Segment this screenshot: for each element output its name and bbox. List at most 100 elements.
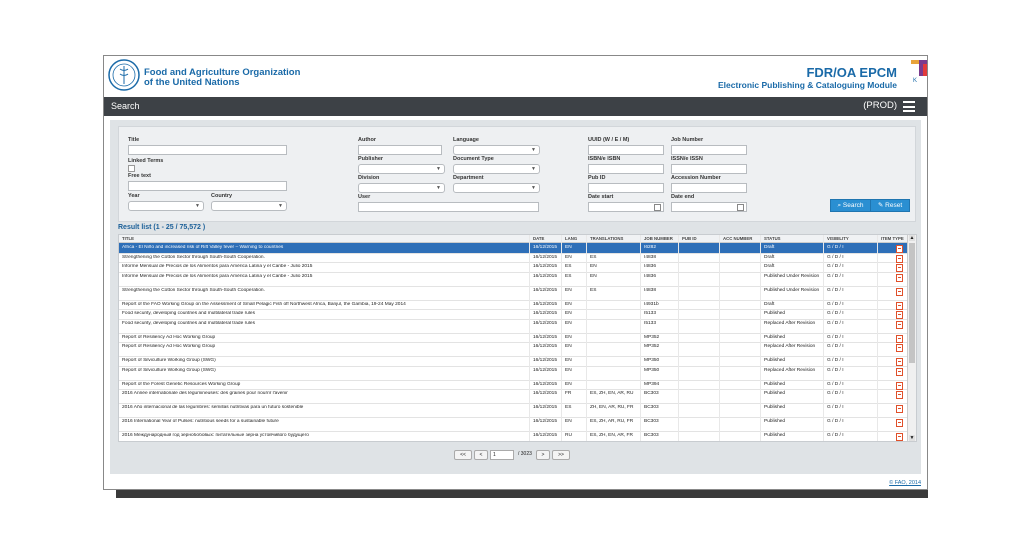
linked-terms-checkbox[interactable] — [128, 165, 135, 172]
row-job-number: I4838 — [644, 287, 657, 293]
date-end-input[interactable] — [671, 202, 747, 212]
row-status: Draft — [764, 245, 775, 250]
pdf-icon[interactable] — [896, 419, 903, 427]
column-divider — [561, 235, 562, 441]
table-scrollbar[interactable]: ▲ ▼ — [907, 235, 916, 441]
reset-button[interactable]: ✎ Reset — [870, 199, 910, 212]
row-visibility: G / D / I — [827, 301, 844, 307]
table-row[interactable]: 2016 Année internationale des légumineus… — [119, 389, 907, 404]
row-lang: ES — [565, 264, 572, 269]
table-row[interactable]: Report of Resiliency Ad Hoc Working Grou… — [119, 342, 907, 357]
pdf-icon[interactable] — [896, 344, 903, 352]
pdf-icon[interactable] — [896, 320, 903, 329]
table-row[interactable]: Strengthening the Cotton Sector through … — [119, 286, 907, 301]
page-number-input[interactable]: 1 — [490, 450, 514, 460]
table-row[interactable]: Report of Silviculture Working Group (SW… — [119, 366, 907, 381]
department-select[interactable]: ▼ — [453, 183, 540, 193]
row-job-number: MP350 — [644, 367, 660, 373]
table-row[interactable]: 2016 Международный год зернобобовых: пит… — [119, 431, 907, 441]
division-label: Division — [358, 175, 380, 181]
row-status: Published — [764, 391, 786, 396]
row-status: Published — [764, 405, 786, 410]
row-visibility: G / D / I — [827, 311, 844, 316]
prev-page-button[interactable]: < — [474, 450, 488, 460]
row-visibility: G / D / I — [827, 419, 844, 424]
row-lang: EN — [565, 287, 572, 293]
publisher-label: Publisher — [358, 156, 384, 162]
row-job-number: I4838 — [644, 254, 657, 260]
country-select[interactable]: ▼ — [211, 201, 287, 211]
row-translations: EN — [590, 273, 597, 279]
language-select[interactable]: ▼ — [453, 145, 540, 155]
author-input[interactable] — [358, 145, 442, 155]
user-input[interactable] — [358, 202, 539, 212]
scroll-up-icon[interactable]: ▲ — [909, 235, 915, 241]
row-lang: EN — [565, 381, 572, 387]
row-date: 16/12/2015 — [533, 245, 558, 250]
publisher-select[interactable]: ▼ — [358, 164, 445, 174]
first-page-button[interactable]: << — [454, 450, 472, 460]
col-header-lang[interactable]: LANG — [565, 236, 577, 241]
row-lang: ES — [565, 405, 572, 410]
table-row[interactable]: Food security, developing countries and … — [119, 319, 907, 334]
table-row[interactable]: Informe Mensual de Precios de los Alimen… — [119, 272, 907, 287]
col-header-visibility[interactable]: VISIBILITY — [827, 236, 849, 241]
date-start-input[interactable] — [588, 202, 664, 212]
table-row[interactable]: 2016 Año internacional de las legumbres:… — [119, 403, 907, 418]
col-header-status[interactable]: STATUS — [764, 236, 781, 241]
last-page-button[interactable]: >> — [552, 450, 570, 460]
row-title: Africa - El Niño and increased risk of R… — [122, 245, 284, 250]
pdf-icon[interactable] — [896, 391, 903, 399]
row-lang: EN — [565, 311, 572, 316]
footer-copyright-link[interactable]: © FAO, 2014 — [889, 480, 921, 486]
calendar-icon[interactable] — [654, 204, 661, 211]
document-type-select[interactable]: ▼ — [453, 164, 540, 174]
scrollbar-thumb[interactable] — [909, 243, 915, 363]
row-status: Published — [764, 381, 786, 387]
uuid-input[interactable] — [588, 145, 664, 155]
row-translations: ES — [590, 287, 597, 293]
year-select[interactable]: ▼ — [128, 201, 204, 211]
date-start-label: Date start — [588, 194, 614, 200]
row-title: 2016 Año internacional de las legumbres:… — [122, 405, 304, 410]
scroll-down-icon[interactable]: ▼ — [909, 435, 915, 441]
isbn-input[interactable] — [588, 164, 664, 174]
issn-label: ISSN/e ISSN — [671, 156, 703, 162]
pdf-icon[interactable] — [896, 367, 903, 376]
pdf-icon[interactable] — [896, 433, 903, 441]
division-select[interactable]: ▼ — [358, 183, 445, 193]
col-header-translations[interactable]: TRANSLATIONS — [590, 236, 623, 241]
issn-input[interactable] — [671, 164, 747, 174]
title-input[interactable] — [128, 145, 287, 155]
row-lang: EN — [565, 358, 572, 363]
col-header-acc-number[interactable]: ACC NUMBER — [723, 236, 752, 241]
row-job-number: I5133 — [644, 320, 657, 326]
col-header-item-type[interactable]: ITEM TYPE — [881, 236, 904, 241]
accession-number-input[interactable] — [671, 183, 747, 193]
pdf-icon[interactable] — [896, 287, 903, 296]
row-visibility: G / D / I — [827, 264, 844, 269]
pub-id-input[interactable] — [588, 183, 664, 193]
col-header-pub-id[interactable]: PUB ID — [682, 236, 697, 241]
job-number-input[interactable] — [671, 145, 747, 155]
pub-id-label: Pub ID — [588, 175, 606, 181]
search-button[interactable]: ⌕ Search — [830, 199, 871, 212]
org-name-line2: of the United Nations — [144, 77, 240, 88]
table-row[interactable]: 2016 International Year of Pulses: nutri… — [119, 417, 907, 432]
svg-text:K: K — [913, 78, 917, 84]
next-page-button[interactable]: > — [536, 450, 550, 460]
linked-terms-label: Linked Terms — [128, 158, 164, 164]
calendar-icon[interactable] — [737, 204, 744, 211]
table-header: TITLE DATE LANG TRANSLATIONS JOB NUMBER … — [119, 235, 907, 243]
hamburger-menu-icon[interactable] — [903, 101, 915, 112]
pdf-icon[interactable] — [896, 405, 903, 413]
row-date: 16/12/2015 — [533, 381, 558, 387]
fao-logo-icon — [108, 59, 140, 91]
col-header-title[interactable]: TITLE — [122, 236, 134, 241]
pdf-icon[interactable] — [896, 273, 903, 282]
col-header-date[interactable]: DATE — [533, 236, 544, 241]
col-header-job-number[interactable]: JOB NUMBER — [644, 236, 673, 241]
row-job-number: BC303 — [644, 405, 659, 410]
row-status: Published — [764, 311, 786, 316]
free-text-input[interactable] — [128, 181, 287, 191]
